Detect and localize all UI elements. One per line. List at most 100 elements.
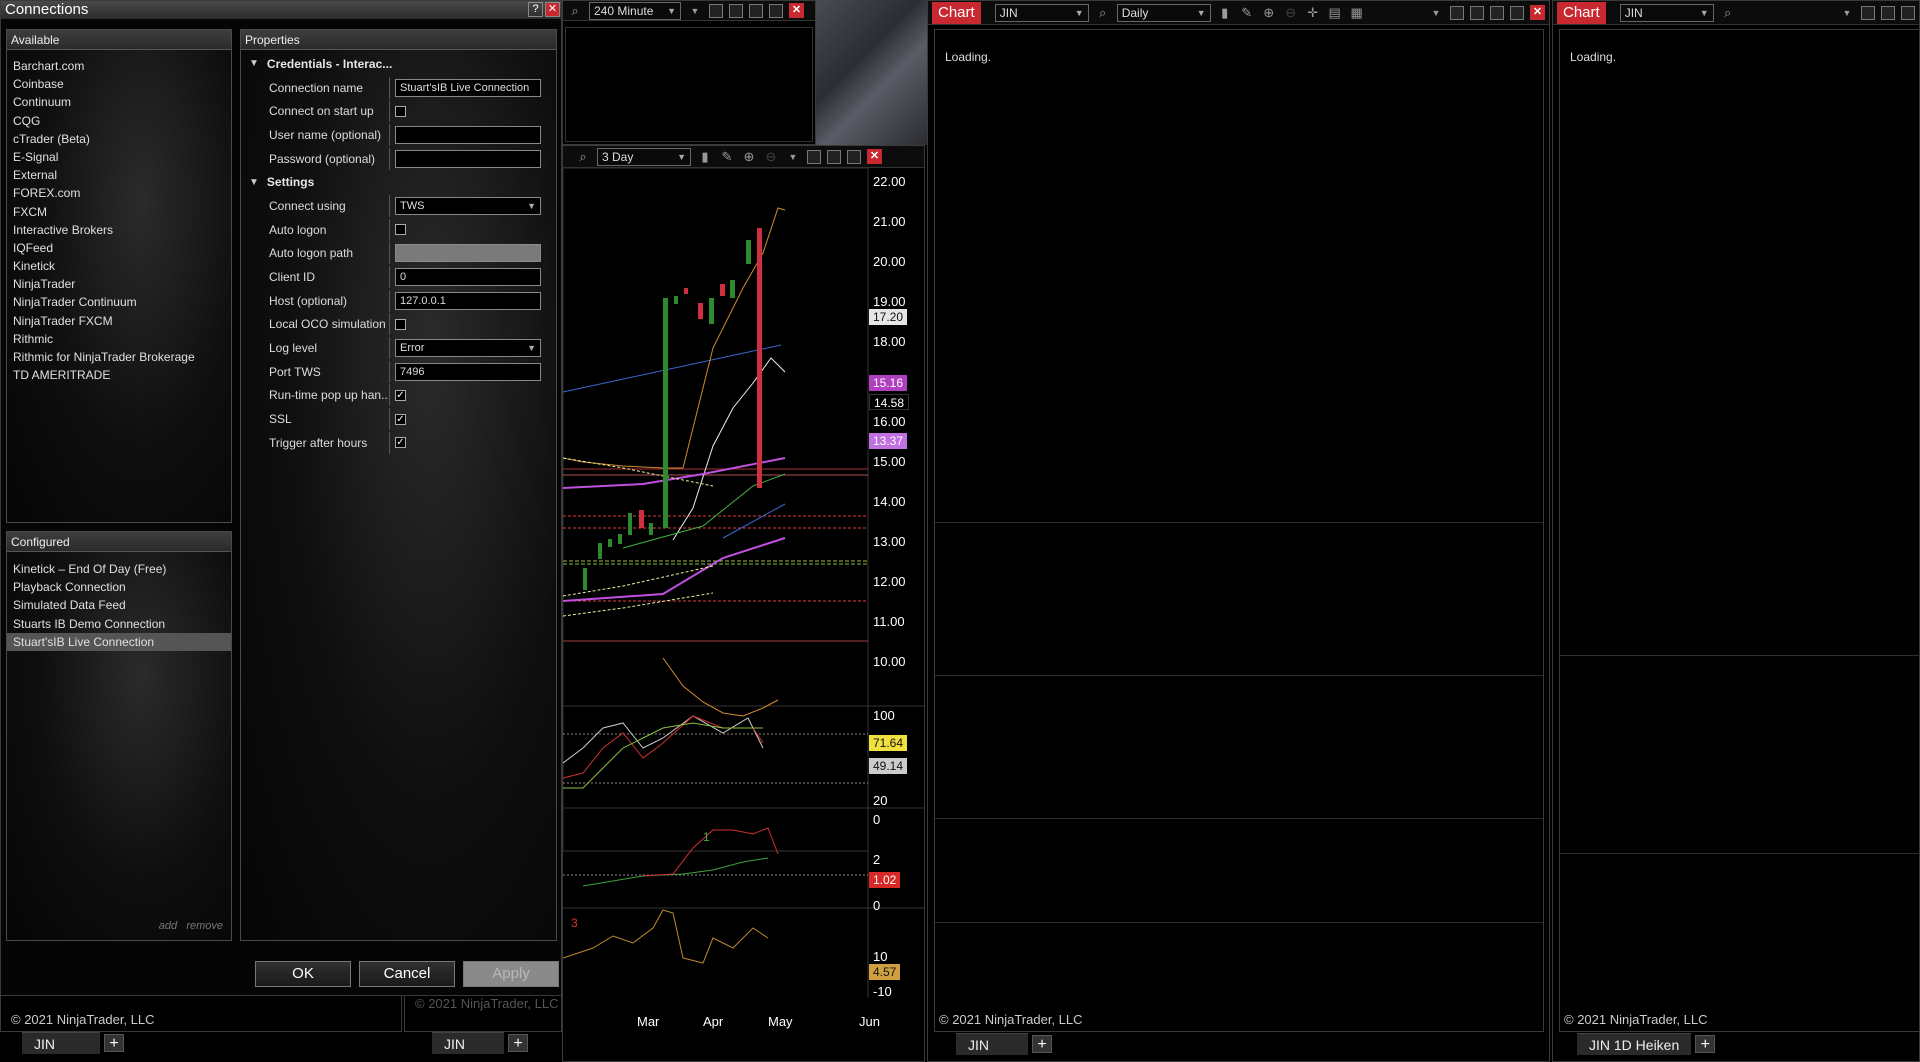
- available-connection-item[interactable]: Interactive Brokers: [7, 221, 231, 239]
- tab-jin[interactable]: JIN: [22, 1032, 100, 1054]
- chart-panel[interactable]: Loading. © 2021 NinjaTrader, LLC: [1559, 29, 1920, 1032]
- search-icon[interactable]: ⌕: [567, 3, 583, 19]
- category-credentials[interactable]: ▼ Credentials - Interac...: [241, 52, 556, 76]
- connect-using-dropdown[interactable]: TWS ▼: [395, 196, 541, 215]
- maximize-button[interactable]: [847, 149, 861, 164]
- crosshair-icon[interactable]: ✛: [1305, 5, 1321, 21]
- configured-connection-item[interactable]: Stuart'sIB Live Connection: [7, 632, 231, 651]
- runtime-popup-checkbox[interactable]: ✓: [395, 389, 406, 401]
- draw-tool-icon[interactable]: ✎: [719, 149, 735, 165]
- category-settings[interactable]: ▼ Settings: [241, 170, 556, 194]
- configured-connection-item[interactable]: Simulated Data Feed: [7, 596, 231, 614]
- configured-connection-item[interactable]: Playback Connection: [7, 578, 231, 596]
- close-button[interactable]: ✕: [545, 2, 560, 17]
- add-tab-button[interactable]: +: [104, 1034, 124, 1052]
- available-connection-item[interactable]: E-Signal: [7, 148, 231, 166]
- interval-dropdown[interactable]: 3 Day ▼: [597, 147, 691, 166]
- zoom-in-icon[interactable]: ⊕: [1261, 5, 1277, 21]
- tab-jin-1d-heiken[interactable]: JIN 1D Heiken: [1577, 1033, 1692, 1055]
- add-tab-button[interactable]: +: [1695, 1035, 1716, 1053]
- instrument-dropdown[interactable]: JIN ▼: [994, 3, 1089, 22]
- maximize-button[interactable]: [769, 3, 783, 18]
- add-tab-button[interactable]: +: [1032, 1035, 1052, 1053]
- connect-on-startup-checkbox[interactable]: [395, 105, 406, 117]
- tile-button-2[interactable]: [1881, 5, 1895, 20]
- chart-window-jin-daily[interactable]: Chart JIN ▼ ⌕ Daily ▼ ▮ ✎ ⊕ ⊖ ✛ ▤ ▦ ▼ ✕ Lo…: [927, 0, 1550, 1062]
- draw-tool-icon[interactable]: ✎: [1239, 5, 1255, 21]
- bar-type-icon[interactable]: ▮: [1217, 5, 1233, 21]
- interval-dropdown[interactable]: Daily ▼: [1116, 3, 1211, 22]
- password-input[interactable]: [395, 149, 541, 168]
- search-icon[interactable]: ⌕: [575, 149, 591, 165]
- close-button[interactable]: ✕: [1530, 5, 1545, 20]
- available-connection-item[interactable]: External: [7, 166, 231, 184]
- available-connection-item[interactable]: NinjaTrader: [7, 275, 231, 293]
- zoom-in-icon[interactable]: ⊕: [741, 149, 757, 165]
- connection-name-input[interactable]: Stuart'sIB Live Connection: [395, 78, 541, 97]
- chart-panel[interactable]: Loading. © 2021 NinjaTrader, LLC: [934, 29, 1544, 1032]
- tile-button[interactable]: [709, 3, 723, 18]
- search-icon[interactable]: ⌕: [1720, 5, 1736, 21]
- available-connection-item[interactable]: Barchart.com: [7, 57, 231, 75]
- local-oco-checkbox[interactable]: [395, 318, 406, 330]
- port-tws-input[interactable]: 7496: [395, 362, 541, 381]
- available-connection-item[interactable]: cTrader (Beta): [7, 130, 231, 148]
- close-button[interactable]: ✕: [789, 3, 804, 18]
- trigger-after-hours-checkbox[interactable]: ✓: [395, 437, 406, 449]
- available-connection-item[interactable]: Kinetick: [7, 257, 231, 275]
- available-connection-item[interactable]: TD AMERITRADE: [7, 366, 231, 384]
- instrument-dropdown[interactable]: JIN ▼: [1619, 3, 1714, 22]
- bar-type-icon[interactable]: ▮: [697, 149, 713, 165]
- host-input[interactable]: 127.0.0.1: [395, 291, 541, 310]
- tile-button[interactable]: [807, 149, 821, 164]
- available-connection-item[interactable]: Coinbase: [7, 75, 231, 93]
- zoom-out-icon[interactable]: ⊖: [763, 149, 779, 165]
- chart-window-3day[interactable]: ⌕ 3 Day ▼ ▮ ✎ ⊕ ⊖ ▼ ✕ 22.00 21.00 20.00 …: [562, 145, 925, 1062]
- close-button[interactable]: ✕: [867, 149, 882, 164]
- help-button[interactable]: ?: [528, 2, 543, 17]
- tab-jin[interactable]: JIN: [432, 1032, 504, 1054]
- maximize-button[interactable]: [1510, 5, 1524, 20]
- log-level-dropdown[interactable]: Error ▼: [395, 339, 541, 358]
- price-chart[interactable]: [563, 168, 924, 1028]
- chart-window-240min[interactable]: ⌕ 240 Minute ▼ ▼ ✕: [562, 0, 816, 145]
- configured-connection-item[interactable]: Stuarts IB Demo Connection: [7, 615, 231, 633]
- available-connection-item[interactable]: Continuum: [7, 93, 231, 111]
- interval-dropdown[interactable]: 240 Minute ▼: [589, 1, 681, 20]
- minimize-button[interactable]: [749, 3, 763, 18]
- add-link[interactable]: add: [159, 920, 177, 932]
- zoom-out-icon[interactable]: ⊖: [1283, 5, 1299, 21]
- ok-button[interactable]: OK: [255, 961, 351, 987]
- available-connection-item[interactable]: CQG: [7, 112, 231, 130]
- add-tab-button[interactable]: +: [508, 1034, 528, 1052]
- available-connection-item[interactable]: NinjaTrader FXCM: [7, 312, 231, 330]
- dropdown-arrow-icon[interactable]: ▼: [1839, 8, 1855, 18]
- username-input[interactable]: [395, 125, 541, 144]
- tab-jin[interactable]: JIN: [956, 1033, 1028, 1055]
- minimize-button[interactable]: [1901, 5, 1915, 20]
- available-connection-item[interactable]: FOREX.com: [7, 184, 231, 202]
- search-icon[interactable]: ⌕: [1095, 5, 1111, 21]
- available-connection-item[interactable]: NinjaTrader Continuum: [7, 293, 231, 311]
- dropdown-arrow-icon[interactable]: ▼: [785, 152, 801, 162]
- connections-dialog[interactable]: Connections ? ✕ Available Barchart.com Co…: [0, 0, 562, 996]
- available-connection-item[interactable]: Rithmic: [7, 330, 231, 348]
- client-id-input[interactable]: 0: [395, 268, 541, 287]
- remove-link[interactable]: remove: [186, 920, 223, 932]
- dropdown-arrow-icon[interactable]: ▼: [1428, 8, 1444, 18]
- minimize-button[interactable]: [827, 149, 841, 164]
- tile-button[interactable]: [1861, 5, 1875, 20]
- ssl-checkbox[interactable]: ✓: [395, 413, 406, 425]
- auto-logon-checkbox[interactable]: [395, 224, 406, 236]
- properties-icon[interactable]: ▤: [1327, 5, 1343, 21]
- chart-window-jin-right[interactable]: Chart JIN ▼ ⌕ ▼ Loading. © 2021 NinjaTrad…: [1552, 0, 1920, 1062]
- dropdown-arrow-icon[interactable]: ▼: [687, 6, 703, 16]
- tile-button-2[interactable]: [1470, 5, 1484, 20]
- configured-connection-item[interactable]: Kinetick – End Of Day (Free): [7, 560, 231, 578]
- cancel-button[interactable]: Cancel: [359, 961, 455, 987]
- available-connection-item[interactable]: IQFeed: [7, 239, 231, 257]
- available-connection-item[interactable]: FXCM: [7, 203, 231, 221]
- templates-icon[interactable]: ▦: [1349, 5, 1365, 21]
- available-connection-item[interactable]: Rithmic for NinjaTrader Brokerage: [7, 348, 231, 366]
- tile-button[interactable]: [1450, 5, 1464, 20]
